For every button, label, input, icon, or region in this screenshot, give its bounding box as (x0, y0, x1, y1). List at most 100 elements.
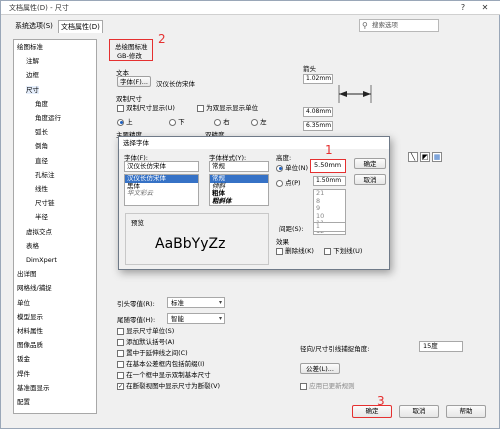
dual-show-checkbox[interactable]: 双制尺寸显示(U) (117, 102, 175, 112)
tree-item[interactable]: 半径 (35, 213, 48, 221)
radio-down-label: 下 (178, 118, 185, 126)
trailing-zero-select[interactable]: 智能 (167, 313, 225, 324)
radial-snap-input[interactable]: 15度 (419, 341, 463, 352)
tree-item[interactable]: 出详图 (17, 270, 37, 278)
tree-item[interactable]: 线性 (35, 185, 48, 193)
help-button[interactable]: ? (453, 2, 473, 14)
cancel-button[interactable]: 取消 (399, 405, 439, 418)
unit-radio[interactable]: 单位(N) (276, 162, 308, 172)
position-left-radio[interactable]: 左 (251, 116, 267, 126)
style-list[interactable]: 常规 倾斜 粗体 粗斜体 (209, 174, 269, 206)
tree-item[interactable]: 焊件 (17, 370, 30, 378)
position-up-radio[interactable]: 上 (117, 116, 133, 126)
layer-tool-icon[interactable]: ◩ (420, 152, 430, 162)
apply-updated-check (300, 382, 307, 390)
show-units-checkbox[interactable]: 显示尺寸单位(S) (117, 325, 174, 335)
font-style-input[interactable]: 常规 (209, 161, 269, 172)
preview-text: AaBbYyZz (155, 236, 226, 252)
tree-item[interactable]: 模型显示 (17, 313, 43, 321)
dual-show-check (117, 104, 124, 112)
apply-updated-checkbox[interactable]: 应用已更新规则 (300, 380, 355, 390)
dual-basic-checkbox[interactable]: 为双显示显示单位 (197, 102, 258, 112)
radio-down (169, 118, 176, 126)
window-title: 文档属性(D) - 尺寸 (9, 4, 69, 12)
leading-zero-label: 引头零值(R): (117, 300, 155, 308)
tree-item[interactable]: 绘图标准 (17, 43, 43, 51)
point-radio[interactable]: 点(P) (276, 177, 301, 187)
strikethrough-checkbox[interactable]: 删除线(K) (276, 245, 314, 255)
tree-item[interactable]: 尺寸 (26, 85, 39, 94)
dialog-ok-button[interactable]: 确定 (354, 158, 386, 169)
tree-item[interactable]: 角度 (35, 100, 48, 108)
title-bar: 文档属性(D) - 尺寸 ? ✕ (1, 1, 500, 15)
one-frame-checkbox[interactable]: 在一个框中显示双制基本尺寸 (117, 369, 211, 379)
style-list-item[interactable]: 粗斜体 (210, 197, 268, 206)
radio-right (214, 118, 221, 126)
tree-item[interactable]: 单位 (17, 299, 30, 307)
leading-zero-select[interactable]: 标准 (167, 297, 225, 308)
close-button[interactable]: ✕ (475, 2, 495, 14)
ok-button[interactable]: 确定 (352, 405, 392, 418)
radio-left-label: 左 (260, 118, 267, 126)
apply-updated-label: 应用已更新规则 (309, 382, 355, 390)
unit-radio-dot (276, 164, 283, 172)
tree-item[interactable]: 尺寸链 (35, 199, 55, 207)
arrow-preview-icon (338, 85, 372, 103)
tree-item[interactable]: 图像品质 (17, 341, 43, 349)
arrow-size-2[interactable]: 4.08mm (303, 107, 333, 117)
radio-left (251, 118, 258, 126)
tree-item[interactable]: 注解 (26, 57, 39, 65)
tab-document-properties[interactable]: 文档属性(D) (58, 20, 103, 33)
tree-item[interactable]: 直径 (35, 157, 48, 165)
radial-snap-label: 径向/尺寸引线捕捉角度: (300, 345, 370, 353)
position-right-radio[interactable]: 右 (214, 116, 230, 126)
overall-standard-value[interactable]: GB-修改 (117, 50, 142, 60)
select-font-dialog: 选择字体 字体(F): 汉仪长仿宋体 汉仪长仿宋体 黑体 华文彩云 字体样式(Y… (118, 136, 390, 270)
show-units-label: 显示尺寸单位(S) (126, 327, 175, 335)
center-extension-checkbox[interactable]: 置中于延伸线之间(C) (117, 347, 188, 357)
tree-item[interactable]: 钣金 (17, 355, 30, 363)
break-view-checkbox[interactable]: 在断裂视图中显示尺寸为断裂(V) (117, 380, 220, 390)
font-list[interactable]: 汉仪长仿宋体 黑体 华文彩云 (124, 174, 199, 206)
font-list-item[interactable]: 华文彩云 (125, 189, 198, 198)
grid-tool-icon[interactable]: ▦ (432, 152, 442, 162)
font-button[interactable]: 字体(F)... (117, 76, 151, 87)
tree-item[interactable]: 配置 (17, 398, 30, 406)
arrow-size-3[interactable]: 6.35mm (303, 121, 333, 131)
add-brackets-checkbox[interactable]: 添加默认括号(A) (117, 336, 175, 346)
unit-height-input[interactable]: 5.50mm (310, 159, 346, 173)
tree-item[interactable]: 倒角 (35, 142, 48, 150)
point-height-input[interactable]: 1.50mm (313, 176, 346, 186)
font-name-input[interactable]: 汉仪长仿宋体 (124, 161, 199, 172)
tolerance-button[interactable]: 公差(L)... (300, 363, 340, 374)
show-units-check (117, 327, 124, 335)
arrow-size-1[interactable]: 1.02mm (303, 74, 333, 84)
underline-checkbox[interactable]: 下划线(U) (324, 245, 362, 255)
help-footer-button[interactable]: 帮助 (446, 405, 486, 418)
tab-system-options[interactable]: 系统选项(S) (13, 20, 55, 33)
basic-tolerance-checkbox[interactable]: 在基本公差框内包括前缀(I) (117, 358, 205, 368)
spacing-input[interactable]: 1 (313, 222, 346, 232)
tree-item[interactable]: 边框 (26, 71, 39, 79)
tree-item[interactable]: 材料属性 (17, 327, 43, 335)
tree-item[interactable]: 基准面显示 (17, 384, 50, 392)
tree-item[interactable]: 网格线/捕捉 (17, 284, 52, 292)
dialog-cancel-button[interactable]: 取消 (354, 174, 386, 185)
search-input[interactable]: ⚲ 搜索选项 (359, 19, 439, 32)
center-extension-label: 置中于延伸线之间(C) (126, 349, 188, 357)
tree-item[interactable]: 表格 (26, 242, 39, 250)
radio-up-label: 上 (126, 118, 133, 126)
spacing-label: 间距(S): (279, 225, 304, 233)
strikethrough-label: 删除线(K) (285, 247, 314, 255)
search-placeholder: 搜索选项 (372, 21, 398, 29)
tree-item[interactable]: 弧长 (35, 128, 48, 136)
position-down-radio[interactable]: 下 (169, 116, 185, 126)
search-icon: ⚲ (362, 21, 368, 30)
tree-item[interactable]: 孔标注 (35, 171, 55, 179)
style-tool-icon[interactable]: ╲ (408, 152, 418, 162)
options-tree: 绘图标准注解边框尺寸角度角度运行弧长倒角直径孔标注线性尺寸链半径虚拟交点表格 Di… (13, 39, 97, 414)
tree-item[interactable]: 虚拟交点 (26, 228, 52, 236)
tree-item[interactable]: 角度运行 (35, 114, 61, 122)
one-frame-label: 在一个框中显示双制基本尺寸 (126, 371, 211, 379)
tree-item[interactable]: DimXpert (26, 256, 57, 264)
